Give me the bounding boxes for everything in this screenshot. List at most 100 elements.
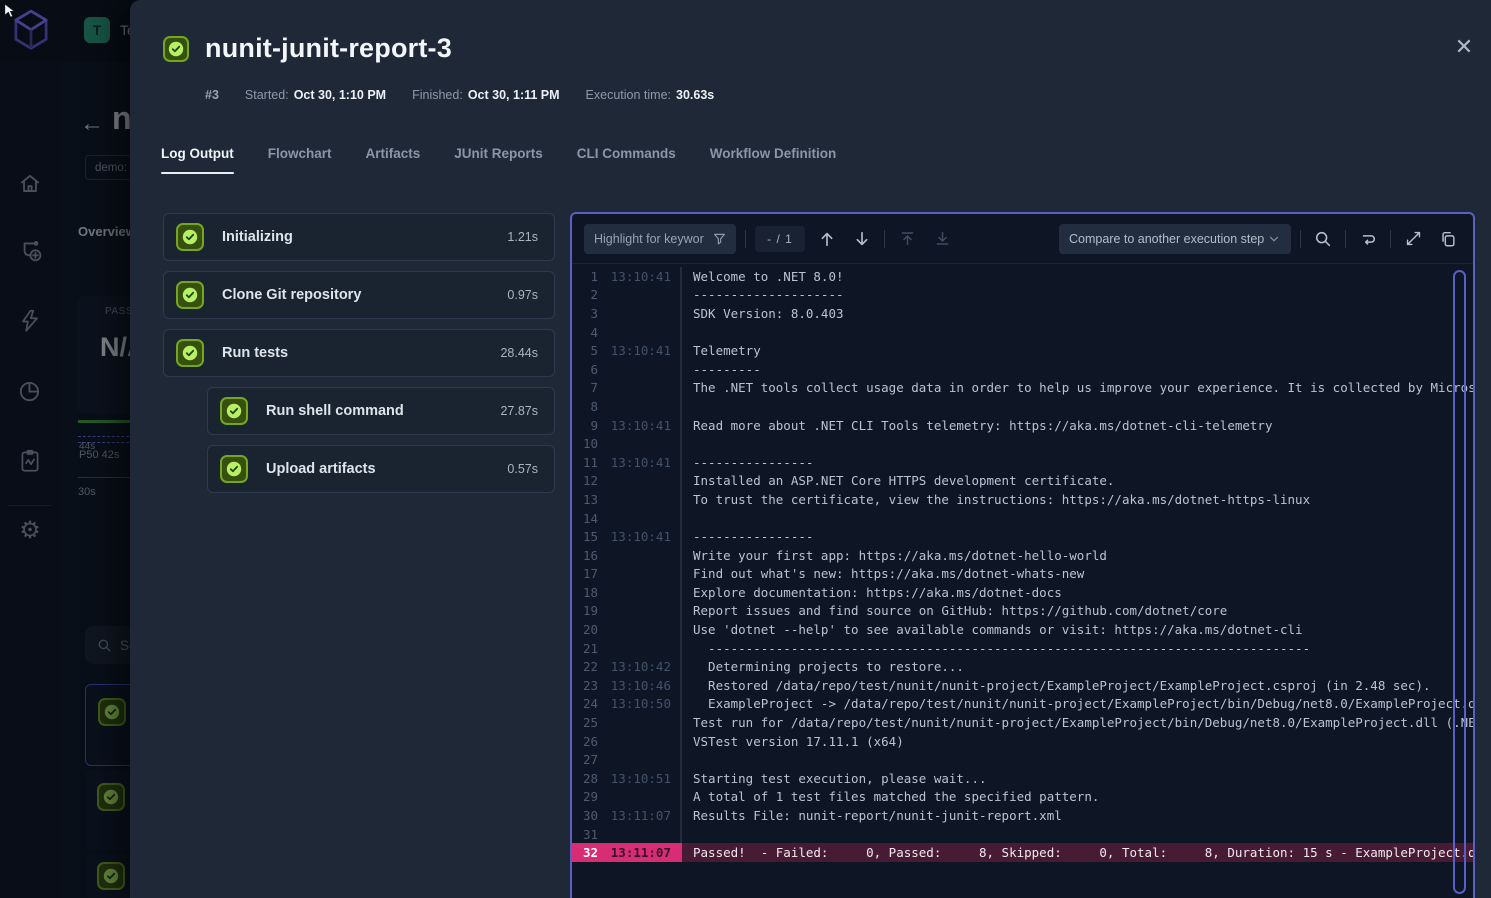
log-gutter: 2413:10:50: [572, 695, 680, 714]
log-toolbar-right: Compare to another execution step: [1059, 224, 1461, 254]
line-number[interactable]: 32: [572, 845, 598, 860]
line-number[interactable]: 19: [572, 603, 598, 618]
previous-match-icon[interactable]: [814, 226, 840, 252]
line-number[interactable]: 30: [572, 808, 598, 823]
log-text: ----------------: [680, 453, 1473, 472]
expand-fullscreen-icon[interactable]: [1400, 226, 1426, 252]
line-number[interactable]: 25: [572, 715, 598, 730]
log-gutter: 19: [572, 602, 680, 621]
log-line: 18Explore documentation: https://aka.ms/…: [572, 583, 1473, 602]
log-timestamp: 13:10:41: [598, 418, 680, 433]
log-line: 12Installed an ASP.NET Core HTTPS develo…: [572, 472, 1473, 491]
tab-log-output[interactable]: Log Output: [161, 146, 234, 174]
log-line: 27: [572, 750, 1473, 769]
step-run-shell-command[interactable]: Run shell command 27.87s: [207, 387, 555, 435]
step-label: Run tests: [222, 345, 482, 361]
compare-step-label: Compare to another execution step: [1069, 232, 1264, 246]
step-clone-git-repository[interactable]: Clone Git repository0.97s: [163, 271, 555, 319]
log-text: VSTest version 17.11.1 (x64): [680, 732, 1473, 751]
tab-cli-commands[interactable]: CLI Commands: [577, 146, 676, 174]
tab-artifacts[interactable]: Artifacts: [366, 146, 421, 174]
log-gutter: 18: [572, 583, 680, 602]
line-number[interactable]: 29: [572, 789, 598, 804]
line-number[interactable]: 28: [572, 771, 598, 786]
step-duration: 27.87s: [500, 404, 538, 418]
line-number[interactable]: 1: [572, 269, 598, 284]
scroll-to-bottom-icon[interactable]: [929, 226, 955, 252]
line-number[interactable]: 4: [572, 325, 598, 340]
toolbar-separator: [884, 230, 885, 248]
line-number[interactable]: 17: [572, 566, 598, 581]
log-line: 10: [572, 434, 1473, 453]
line-number[interactable]: 24: [572, 696, 598, 711]
line-number[interactable]: 11: [572, 455, 598, 470]
toolbar-separator: [1390, 230, 1391, 248]
line-number[interactable]: 14: [572, 511, 598, 526]
log-text: [680, 397, 1473, 416]
step-initializing[interactable]: Initializing1.21s: [163, 213, 555, 261]
line-number[interactable]: 7: [572, 380, 598, 395]
line-number[interactable]: 12: [572, 473, 598, 488]
line-number[interactable]: 5: [572, 343, 598, 358]
filter-funnel-icon[interactable]: [710, 226, 728, 252]
line-number[interactable]: 10: [572, 436, 598, 451]
line-number[interactable]: 23: [572, 678, 598, 693]
modal-header: nunit-junit-report-3: [163, 33, 452, 64]
line-number[interactable]: 9: [572, 418, 598, 433]
log-gutter: 10: [572, 434, 680, 453]
modal-title: nunit-junit-report-3: [205, 33, 452, 64]
line-number[interactable]: 13: [572, 492, 598, 507]
log-gutter: 31: [572, 825, 680, 844]
toolbar-separator: [1345, 230, 1346, 248]
line-number[interactable]: 16: [572, 548, 598, 563]
tab-junit-reports[interactable]: JUnit Reports: [454, 146, 543, 174]
step-run-tests[interactable]: Run tests28.44s: [163, 329, 555, 377]
line-number[interactable]: 21: [572, 641, 598, 656]
line-number[interactable]: 27: [572, 752, 598, 767]
log-line: 14: [572, 509, 1473, 528]
next-match-icon[interactable]: [849, 226, 875, 252]
line-number[interactable]: 15: [572, 529, 598, 544]
line-number[interactable]: 6: [572, 362, 598, 377]
search-log-icon[interactable]: [1310, 226, 1336, 252]
line-number[interactable]: 31: [572, 827, 598, 842]
line-number[interactable]: 26: [572, 734, 598, 749]
close-icon[interactable]: ✕: [1451, 34, 1477, 60]
word-wrap-icon[interactable]: [1355, 226, 1381, 252]
log-gutter: 12: [572, 472, 680, 491]
log-gutter: 16: [572, 546, 680, 565]
line-number[interactable]: 3: [572, 306, 598, 321]
mouse-cursor: [2, 2, 20, 20]
log-text: SDK Version: 8.0.403: [680, 304, 1473, 323]
tab-flowchart[interactable]: Flowchart: [268, 146, 332, 174]
line-number[interactable]: 2: [572, 287, 598, 302]
log-text: Starting test execution, please wait...: [680, 769, 1473, 788]
log-gutter: 14: [572, 509, 680, 528]
log-gutter: 27: [572, 750, 680, 769]
log-line: 20Use 'dotnet --help' to see available c…: [572, 620, 1473, 639]
log-line: 2 --------------------: [572, 286, 1473, 305]
line-number[interactable]: 8: [572, 399, 598, 414]
copy-log-icon[interactable]: [1435, 226, 1461, 252]
log-gutter: 113:10:41: [572, 267, 680, 286]
execution-detail-modal: nunit-junit-report-3 ✕ #3 Started: Oct 3…: [130, 0, 1491, 898]
scroll-to-top-icon[interactable]: [894, 226, 920, 252]
line-number[interactable]: 18: [572, 585, 598, 600]
log-text: --------------------: [680, 286, 1473, 305]
log-line: 2413:10:50 ExampleProject -> /data/repo/…: [572, 695, 1473, 714]
highlight-keywords-box[interactable]: [584, 224, 736, 254]
highlight-keywords-input[interactable]: [594, 232, 704, 246]
step-upload-artifacts[interactable]: Upload artifacts0.57s: [207, 445, 555, 493]
log-text: Results File: nunit-report/nunit-junit-r…: [680, 806, 1473, 825]
log-timestamp: 13:10:46: [598, 678, 680, 693]
log-gutter: 17: [572, 565, 680, 584]
step-label: Run shell command: [266, 403, 482, 419]
line-number[interactable]: 22: [572, 659, 598, 674]
line-number[interactable]: 20: [572, 622, 598, 637]
compare-step-dropdown[interactable]: Compare to another execution step: [1059, 224, 1291, 254]
log-line: 2213:10:42 Determining projects to resto…: [572, 657, 1473, 676]
log-scrollbar-thumb[interactable]: [1453, 270, 1466, 894]
log-text: ----------------------------------------…: [680, 639, 1473, 658]
log-text: The .NET tools collect usage data in ord…: [680, 379, 1473, 398]
tab-workflow-definition[interactable]: Workflow Definition: [710, 146, 837, 174]
